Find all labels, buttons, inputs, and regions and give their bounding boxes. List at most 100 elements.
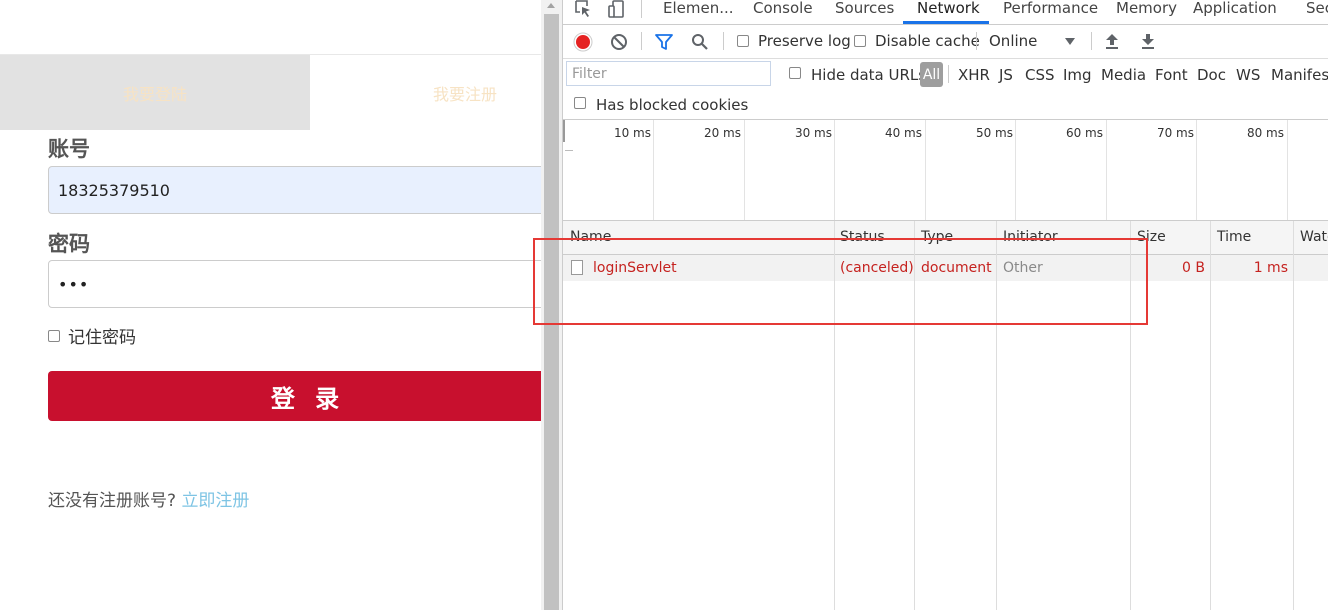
filter-type-ws[interactable]: WS [1236,66,1260,84]
has-blocked-cookies-label: Has blocked cookies [596,96,749,114]
tick-line [1287,120,1288,220]
tick-label: 60 ms [1065,126,1103,140]
preserve-log-label: Preserve log [758,32,851,50]
tab-application[interactable]: Application [1193,0,1277,23]
inspect-element-icon[interactable] [573,0,593,18]
password-input[interactable]: ••• [48,260,541,308]
filter-type-font[interactable]: Font [1155,66,1188,84]
record-icon[interactable] [573,32,593,52]
table-header: Name Status Type Initiator Size Time Wat… [563,221,1328,255]
devtools-tabbar: Elemen... Console Sources Network Perfor… [563,0,1328,25]
scrollbar-thumb[interactable] [544,14,559,610]
tick-label: 40 ms [884,126,922,140]
timeline-overview[interactable]: 10 ms 20 ms 30 ms 40 ms 50 ms 60 ms 70 m… [563,120,1328,221]
chevron-down-icon[interactable] [1065,38,1075,45]
column-header-name[interactable]: Name [570,229,611,245]
tick-line [653,120,654,220]
register-prompt: 还没有注册账号? [48,491,177,511]
column-header-waterfall[interactable]: Wate [1300,229,1328,245]
tabbar-separator [641,0,642,18]
login-button[interactable]: 登 录 [48,371,541,421]
tick-line [744,120,745,220]
devtools-panel: Elemen... Console Sources Network Perfor… [562,0,1328,610]
import-har-icon[interactable] [1104,32,1120,50]
filter-type-css[interactable]: CSS [1025,66,1055,84]
tab-memory[interactable]: Memory [1116,0,1177,23]
filter-type-img[interactable]: Img [1063,66,1092,84]
column-header-status[interactable]: Status [840,229,885,245]
export-har-icon[interactable] [1140,32,1156,50]
filter-type-all[interactable]: All [920,62,943,87]
request-name[interactable]: loginServlet [593,260,677,276]
hide-data-urls-checkbox[interactable] [789,67,801,79]
request-time: 1 ms [1253,260,1288,276]
has-blocked-cookies-checkbox[interactable] [574,97,586,109]
device-toolbar-icon[interactable] [607,0,627,18]
register-hint: 还没有注册账号? 立即注册 [48,486,249,511]
disable-cache-label: Disable cache [875,32,980,50]
request-type: document [921,260,992,276]
network-request-table: Name Status Type Initiator Size Time Wat… [563,221,1328,610]
filter-icon[interactable] [655,33,673,51]
filter-bar: Filter Hide data URLs All XHR JS CSS Img… [563,59,1328,120]
disable-cache-checkbox[interactable] [854,35,866,47]
remember-checkbox[interactable] [48,329,60,342]
document-icon [571,260,583,275]
filter-separator [948,65,949,83]
password-label: 密码 [48,232,90,256]
column-divider[interactable] [1293,221,1294,610]
tick-label: 10 ms [613,126,651,140]
clear-icon[interactable] [610,33,628,51]
column-divider[interactable] [1210,221,1211,610]
column-header-time[interactable]: Time [1217,229,1251,245]
tick-label: 70 ms [1156,126,1194,140]
filter-type-doc[interactable]: Doc [1197,66,1226,84]
column-divider[interactable] [834,221,835,610]
toolbar-separator [976,32,977,50]
scroll-up-arrow[interactable] [547,3,555,8]
filter-type-media[interactable]: Media [1101,66,1146,84]
tick-label: 50 ms [975,126,1013,140]
preserve-log-checkbox[interactable] [737,35,749,47]
hide-data-urls-label: Hide data URLs [811,66,927,84]
tick-label: 80 ms [1246,126,1284,140]
tab-security[interactable]: Sec [1306,0,1328,23]
request-initiator: Other [1003,260,1043,276]
tab-elements[interactable]: Elemen... [663,0,734,23]
tick-line [1106,120,1107,220]
request-size: 0 B [1182,260,1205,276]
remember-password[interactable]: 记住密码 [48,323,136,348]
filter-type-xhr[interactable]: XHR [958,66,990,84]
network-toolbar: Preserve log Disable cache Online [563,25,1328,59]
column-divider[interactable] [1130,221,1131,610]
tab-console[interactable]: Console [753,0,813,23]
account-label: 账号 [48,137,90,161]
tab-sources[interactable]: Sources [835,0,894,23]
account-input[interactable]: 18325379510 [48,166,541,214]
timeline-request-bar [565,150,573,151]
column-header-initiator[interactable]: Initiator [1003,229,1058,245]
tab-login[interactable]: 我要登陆 [0,55,310,130]
tab-network[interactable]: Network [917,0,980,23]
column-divider[interactable] [996,221,997,610]
filter-type-js[interactable]: JS [999,66,1013,84]
tick-label: 30 ms [794,126,832,140]
table-row[interactable]: loginServlet (canceled) document Other 0… [563,255,1328,281]
tab-performance[interactable]: Performance [1003,0,1098,23]
toolbar-separator [641,32,642,50]
tick-line [834,120,835,220]
timeline-start-marker [563,120,565,142]
filter-type-manifest[interactable]: Manifest [1271,66,1328,84]
column-divider[interactable] [914,221,915,610]
search-icon[interactable] [691,33,709,51]
active-tab-indicator [903,21,989,24]
tick-line [1015,120,1016,220]
throttling-select[interactable]: Online [989,32,1037,50]
filter-input[interactable]: Filter [566,61,771,86]
page-scrollbar[interactable] [541,0,562,610]
register-link[interactable]: 立即注册 [181,491,249,511]
login-page: 我要登陆 我要注册 账号 18325379510 密码 ••• 记住密码 登 录… [0,0,541,610]
column-header-type[interactable]: Type [921,229,953,245]
tab-register[interactable]: 我要注册 [310,55,541,130]
column-header-size[interactable]: Size [1137,229,1166,245]
